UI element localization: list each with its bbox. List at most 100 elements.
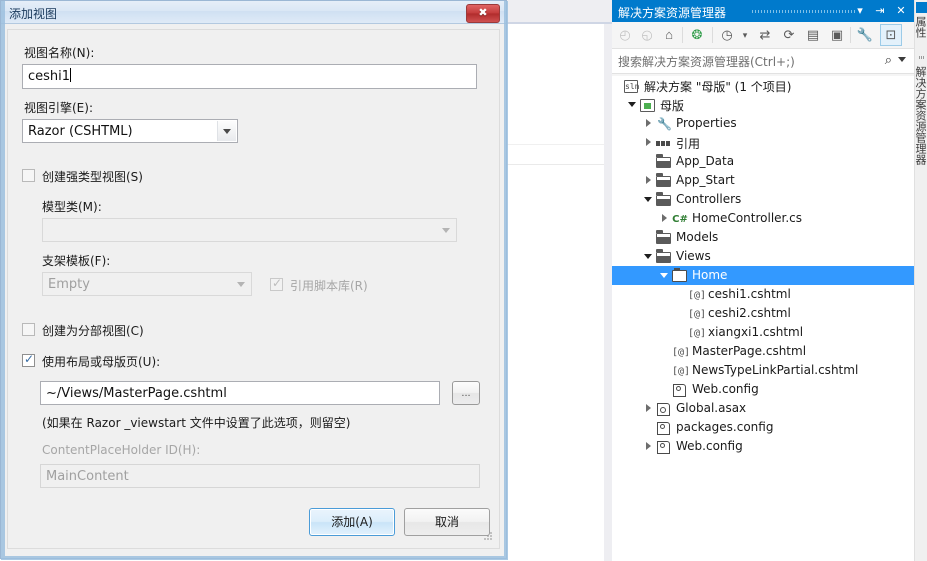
config-file-icon bbox=[673, 384, 686, 397]
partial-view-label: 创建为分部视图(C) bbox=[42, 324, 144, 338]
tree-item-label: Global.asax bbox=[676, 401, 747, 415]
reference-script-label: 引用脚本库(R) bbox=[290, 279, 368, 293]
resize-grip[interactable] bbox=[484, 532, 494, 542]
tree-item-label: Web.config bbox=[676, 439, 743, 453]
solution-explorer-titlebar: 解决方案资源管理器 ▾ ⇥ ✕ bbox=[612, 0, 914, 22]
partial-view-checkbox[interactable] bbox=[22, 323, 35, 336]
view-name-input[interactable]: ceshi1 bbox=[22, 64, 477, 89]
tree-item[interactable]: 🔧 Properties bbox=[612, 114, 914, 133]
view-engine-combo[interactable]: Razor (CSHTML) bbox=[22, 119, 238, 143]
back-icon[interactable]: ◴ bbox=[616, 26, 634, 44]
references-icon bbox=[656, 141, 670, 146]
forward-icon[interactable]: ◵ bbox=[638, 26, 656, 44]
search-icon[interactable]: ⌕ bbox=[885, 52, 892, 68]
preview-selected-items-icon[interactable]: ⊡ bbox=[882, 26, 900, 44]
browse-layout-button[interactable]: ... bbox=[452, 381, 480, 405]
editor-toolstrip bbox=[505, 0, 612, 22]
dialog-body: 视图名称(N): ceshi1 视图引擎(E): Razor (CSHTML) … bbox=[7, 29, 500, 549]
expander-closed-icon[interactable] bbox=[644, 138, 653, 147]
tree-item[interactable]: Models bbox=[612, 228, 914, 247]
tree-item[interactable]: App_Data bbox=[612, 152, 914, 171]
tree-item[interactable]: [@] ceshi1.cshtml bbox=[612, 285, 914, 304]
tree-item[interactable]: [@] xiangxi1.cshtml bbox=[612, 323, 914, 342]
tree-item-label: 引用 bbox=[676, 137, 701, 151]
chevron-down-icon[interactable] bbox=[217, 121, 236, 141]
expander-open-icon[interactable] bbox=[644, 195, 653, 204]
expander-open-icon[interactable] bbox=[660, 271, 669, 280]
toolbar-separator-1 bbox=[682, 27, 683, 43]
tree-item-label: ceshi1.cshtml bbox=[708, 287, 791, 301]
tree-item-icon bbox=[656, 173, 672, 188]
expander-closed-icon[interactable] bbox=[644, 176, 653, 185]
tree-item[interactable]: packages.config bbox=[612, 418, 914, 437]
use-layout-label: 使用布局或母版页(U): bbox=[42, 355, 161, 369]
vertical-tab-properties[interactable]: 属性 bbox=[914, 16, 927, 38]
tree-item[interactable]: Home bbox=[612, 266, 914, 285]
sync-with-active-document-icon[interactable]: ⇄ bbox=[756, 26, 774, 44]
close-panel-icon[interactable]: ✕ bbox=[893, 3, 909, 19]
model-class-combo[interactable] bbox=[42, 218, 457, 242]
tree-item[interactable]: 母版 bbox=[612, 95, 914, 114]
collapse-all-icon[interactable]: ▤ bbox=[804, 26, 822, 44]
tree-item[interactable]: [@] ceshi2.cshtml bbox=[612, 304, 914, 323]
tree-item-label: Web.config bbox=[692, 382, 759, 396]
contentplaceholder-input[interactable]: MainContent bbox=[40, 464, 480, 488]
config-file-icon bbox=[657, 422, 670, 435]
expander-closed-icon[interactable] bbox=[660, 214, 669, 223]
tree-item[interactable]: sln 解决方案 "母版" (1 个项目) bbox=[612, 76, 914, 95]
search-options-chevron-down-icon[interactable] bbox=[898, 57, 906, 62]
pending-changes-icon[interactable]: ◷ bbox=[718, 26, 736, 44]
tree-item-label: Home bbox=[692, 268, 728, 282]
tree-item[interactable]: [@] MasterPage.cshtml bbox=[612, 342, 914, 361]
solution-explorer-search[interactable]: 搜索解决方案资源管理器(Ctrl+;) ⌕ bbox=[612, 49, 914, 74]
close-button[interactable]: ✖ bbox=[466, 4, 500, 23]
scaffold-template-value: Empty bbox=[48, 277, 90, 292]
view-engine-value: Razor (CSHTML) bbox=[28, 124, 133, 139]
refresh-icon[interactable]: ⟳ bbox=[780, 26, 798, 44]
solution-tree[interactable]: sln 解决方案 "母版" (1 个项目) 母版 🔧 Properties 引用 App_D… bbox=[612, 76, 914, 561]
chevron-down-icon[interactable] bbox=[437, 220, 455, 240]
vertical-tab-solution-explorer[interactable]: 解决方案资源管理器 bbox=[914, 66, 927, 165]
window-menu-chevron-down-icon[interactable]: ▾ bbox=[852, 3, 868, 19]
use-layout-checkbox[interactable]: ✓ bbox=[22, 353, 35, 367]
expander-closed-icon[interactable] bbox=[644, 119, 653, 128]
reference-script-checkbox[interactable]: ✓ bbox=[270, 277, 283, 291]
expander-open-icon[interactable] bbox=[628, 100, 637, 109]
razor-file-icon: [@] bbox=[688, 290, 707, 301]
tree-item-label: 母版 bbox=[660, 99, 685, 113]
scaffold-template-combo[interactable]: Empty bbox=[42, 272, 252, 296]
search-input[interactable]: 搜索解决方案资源管理器(Ctrl+;) bbox=[618, 53, 795, 70]
tree-item-icon bbox=[656, 135, 672, 150]
tree-item[interactable]: Web.config bbox=[612, 380, 914, 399]
tree-item-icon: sln bbox=[624, 78, 640, 93]
cancel-button[interactable]: 取消 bbox=[404, 508, 490, 536]
pending-changes-chevron-down-icon[interactable]: ▾ bbox=[736, 26, 754, 44]
tree-item[interactable]: Web.config bbox=[612, 437, 914, 456]
view-code-icon[interactable]: ▣ bbox=[828, 26, 846, 44]
expander-open-icon[interactable] bbox=[644, 252, 653, 261]
tree-item[interactable]: [@] NewsTypeLinkPartial.cshtml bbox=[612, 361, 914, 380]
tree-item-icon bbox=[656, 439, 672, 454]
tree-item[interactable]: C# HomeController.cs bbox=[612, 209, 914, 228]
folder-icon bbox=[656, 173, 671, 187]
add-view-dialog: 添加视图 ✖ 视图名称(N): ceshi1 视图引擎(E): Razor (C… bbox=[0, 0, 508, 560]
home-icon[interactable]: ⌂ bbox=[660, 26, 678, 44]
tree-item-icon bbox=[672, 268, 688, 283]
tree-item-label: Models bbox=[676, 230, 719, 244]
show-all-files-icon[interactable]: ❂ bbox=[688, 26, 706, 44]
tree-item[interactable]: Controllers bbox=[612, 190, 914, 209]
tree-item[interactable]: Views bbox=[612, 247, 914, 266]
tree-item[interactable]: App_Start bbox=[612, 171, 914, 190]
solution-explorer-title: 解决方案资源管理器 bbox=[618, 6, 727, 20]
tree-item-icon: C# bbox=[672, 211, 688, 226]
tree-item[interactable]: 引用 bbox=[612, 133, 914, 152]
tree-item[interactable]: Global.asax bbox=[612, 399, 914, 418]
chevron-down-icon[interactable] bbox=[232, 274, 250, 294]
layout-path-input[interactable]: ~/Views/MasterPage.cshtml bbox=[40, 381, 440, 405]
auto-hide-pin-icon[interactable]: ⇥ bbox=[872, 3, 888, 19]
strongly-typed-checkbox[interactable] bbox=[22, 169, 35, 182]
add-button[interactable]: 添加(A) bbox=[309, 508, 395, 536]
expander-closed-icon[interactable] bbox=[644, 442, 653, 451]
properties-wrench-icon[interactable]: 🔧 bbox=[856, 26, 874, 44]
expander-closed-icon[interactable] bbox=[644, 404, 653, 413]
